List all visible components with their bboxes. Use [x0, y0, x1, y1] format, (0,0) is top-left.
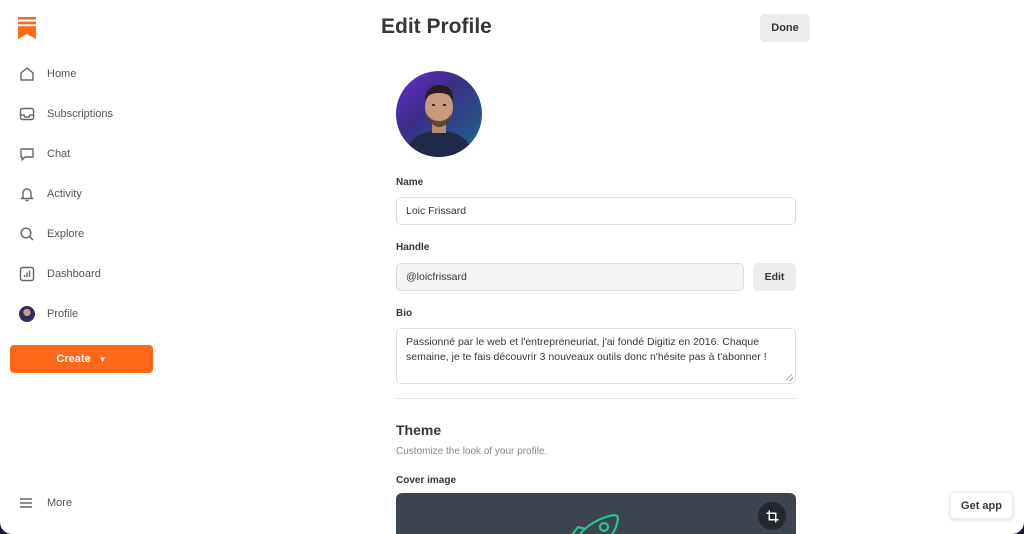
done-button[interactable]: Done — [760, 14, 810, 42]
theme-title: Theme — [396, 422, 442, 438]
cover-image[interactable] — [396, 493, 796, 534]
sidebar-item-activity[interactable]: Activity — [0, 174, 170, 214]
search-icon — [18, 225, 36, 243]
bio-line: semaine, je te fais découvrir 3 nouveaux… — [406, 351, 767, 363]
sidebar-item-label: Explore — [47, 228, 85, 240]
caret-down-icon: ▼ — [98, 354, 107, 364]
more-menu-button[interactable]: More — [18, 495, 72, 511]
create-button-label: Create — [56, 353, 91, 365]
crop-button[interactable] — [758, 502, 786, 530]
theme-subtitle: Customize the look of your profile. — [396, 446, 548, 457]
profile-photo-image — [404, 85, 474, 157]
cover-image-label: Cover image — [396, 475, 457, 486]
sidebar-item-chat[interactable]: Chat — [0, 134, 170, 174]
name-field[interactable]: Loic Frissard — [396, 197, 796, 225]
edit-handle-button[interactable]: Edit — [753, 263, 796, 291]
handle-label: Handle — [396, 242, 430, 253]
rocket-icon — [571, 514, 619, 534]
create-button[interactable]: Create ▼ — [10, 345, 153, 373]
name-value: Loic Frissard — [406, 205, 467, 217]
bio-label: Bio — [396, 308, 413, 319]
substack-logo-icon[interactable] — [18, 17, 36, 39]
sidebar-item-explore[interactable]: Explore — [0, 214, 170, 254]
more-label: More — [47, 497, 73, 509]
avatar — [19, 306, 35, 322]
sidebar-item-label: Profile — [47, 308, 79, 320]
crop-icon — [765, 509, 779, 523]
sidebar-item-home[interactable]: Home — [0, 54, 170, 94]
app-window: Home Subscriptions Chat Activity Explore — [0, 0, 1024, 534]
chat-icon — [18, 145, 36, 163]
sidebar-item-label: Dashboard — [47, 268, 101, 280]
sidebar-item-subscriptions[interactable]: Subscriptions — [0, 94, 170, 134]
bell-icon — [18, 185, 36, 203]
divider — [396, 398, 796, 399]
bio-textarea[interactable]: Passionné par le web et l'entrepreneuria… — [396, 328, 796, 384]
home-icon — [18, 65, 36, 83]
sidebar-item-dashboard[interactable]: Dashboard — [0, 254, 170, 294]
bio-line: Passionné par le web et l'entrepreneuria… — [406, 336, 760, 348]
handle-field[interactable]: @loicfrissard — [396, 263, 744, 291]
resize-handle-icon[interactable] — [786, 374, 793, 381]
sidebar-item-label: Activity — [47, 188, 82, 200]
get-app-button[interactable]: Get app — [950, 492, 1013, 519]
profile-icon-wrapper — [18, 305, 36, 323]
inbox-icon — [18, 105, 36, 123]
page-title: Edit Profile — [381, 15, 492, 38]
chart-icon — [18, 265, 36, 283]
sidebar-nav: Home Subscriptions Chat Activity Explore — [0, 54, 170, 334]
sidebar-item-label: Subscriptions — [47, 108, 114, 120]
handle-value: @loicfrissard — [406, 271, 467, 283]
sidebar-item-label: Chat — [47, 148, 71, 160]
profile-photo[interactable] — [396, 71, 482, 157]
name-label: Name — [396, 177, 424, 188]
sidebar-item-profile[interactable]: Profile — [0, 294, 170, 334]
hamburger-icon — [20, 498, 32, 508]
sidebar-item-label: Home — [47, 68, 77, 80]
